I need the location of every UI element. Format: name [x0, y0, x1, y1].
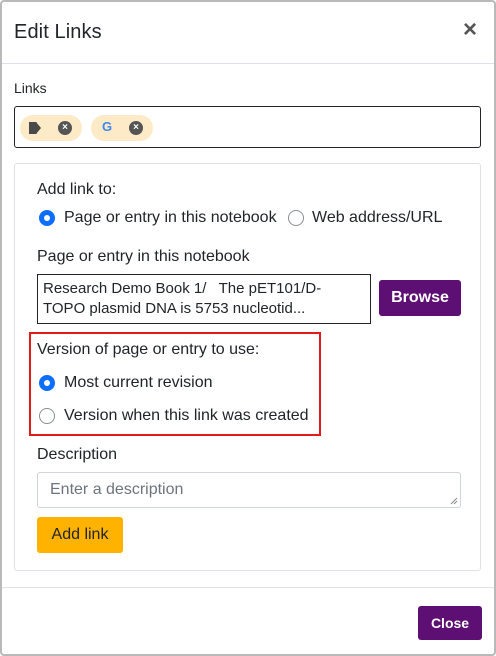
links-label: Links [14, 80, 47, 96]
radio-most-current[interactable] [39, 375, 55, 391]
radio-most-current-label[interactable]: Most current revision [64, 374, 213, 392]
entry-display-field[interactable]: Research Demo Book 1/ The pET101/D- TOPO… [37, 274, 371, 324]
resize-grip-icon[interactable] [450, 497, 458, 505]
add-link-button[interactable]: Add link [37, 517, 123, 553]
page-arrow-icon [29, 121, 43, 135]
radio-web-url-label[interactable]: Web address/URL [312, 209, 442, 227]
description-label: Description [37, 446, 118, 463]
close-icon[interactable]: × [460, 18, 480, 42]
radio-notebook-entry-label[interactable]: Page or entry in this notebook [64, 209, 277, 227]
remove-chip-icon[interactable]: × [58, 121, 72, 135]
links-field[interactable]: × G × [14, 106, 481, 148]
description-input[interactable]: Enter a description [37, 472, 461, 508]
google-icon-letter: G [102, 119, 113, 134]
add-link-to-label: Add link to: [37, 181, 117, 198]
edit-links-dialog: Edit Links × Links × G × Add link to: Pa… [0, 0, 496, 656]
entry-label: Page or entry in this notebook [37, 248, 250, 265]
google-icon: G [102, 119, 112, 134]
remove-chip-icon[interactable]: × [129, 121, 143, 135]
dialog-title: Edit Links [14, 21, 102, 43]
radio-version-created-label[interactable]: Version when this link was created [64, 407, 309, 425]
close-button[interactable]: Close [418, 606, 482, 640]
radio-version-created[interactable] [39, 408, 55, 424]
radio-web-url[interactable] [288, 210, 304, 226]
browse-button[interactable]: Browse [379, 280, 461, 316]
link-chip[interactable]: G × [91, 115, 153, 141]
description-placeholder: Enter a description [50, 481, 184, 498]
radio-notebook-entry[interactable] [39, 210, 55, 226]
version-label: Version of page or entry to use: [37, 341, 260, 358]
dialog-header: Edit Links × [2, 2, 494, 64]
add-link-panel: Add link to: Page or entry in this noteb… [14, 163, 481, 571]
footer-divider [2, 587, 494, 588]
link-chip[interactable]: × [20, 115, 82, 141]
